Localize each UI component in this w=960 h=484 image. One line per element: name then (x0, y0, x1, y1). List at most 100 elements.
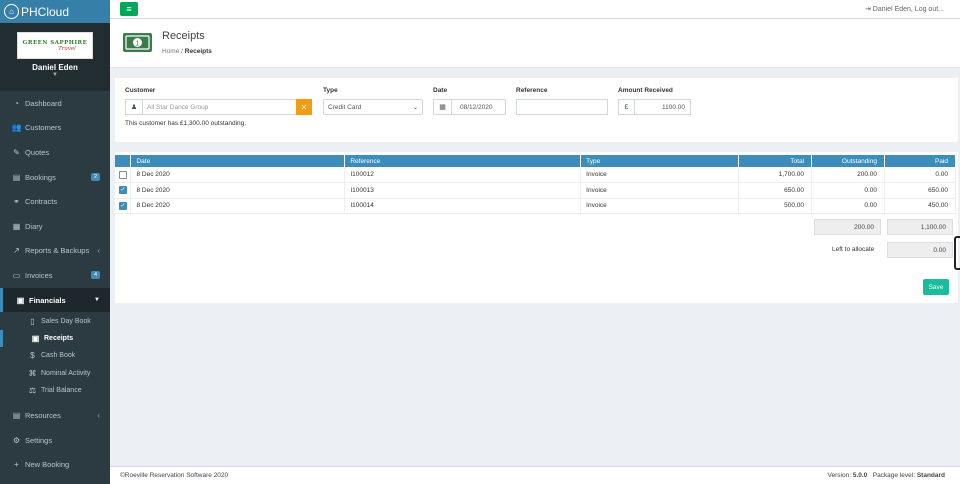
cell-reference: I100013 (344, 182, 582, 199)
user-menu-label: Daniel Eden, Log out... (872, 6, 944, 13)
sidebar-item-reports[interactable]: ↗ Reports & Backups ‹ (0, 239, 110, 264)
dashboard-icon: ◔ (14, 98, 19, 108)
caret-down-icon[interactable]: ▼ (0, 72, 110, 78)
column-header-outstanding[interactable]: Outstanding (811, 155, 885, 167)
calendar-icon[interactable]: ▦ (433, 99, 452, 115)
date-input[interactable]: 08/12/2020 (451, 99, 506, 115)
sidebar-item-bookings[interactable]: ▤ Bookings 2 (0, 165, 110, 190)
sidebar-item-financials[interactable]: ▣ Financials ▼ (0, 287, 110, 313)
money-bill-icon: 1 (123, 33, 152, 52)
submenu-item-nominal-activity[interactable]: ⌘ Nominal Activity (0, 365, 110, 382)
version-label: Version: (827, 472, 852, 479)
cell-type: Invoice (580, 182, 740, 199)
outstanding-message: This customer has £1,300.00 outstanding. (125, 120, 247, 127)
customer-field[interactable]: All Star Dance Group (142, 99, 297, 115)
mouse-cursor-icon (954, 236, 960, 270)
sidebar: ⌂ PHCloud GREEN SAPPHIRE Travel Daniel E… (0, 0, 110, 484)
type-select-value: Credit Card (328, 103, 362, 111)
cell-reference: I100012 (344, 167, 582, 183)
sidebar-item-label: Diary (25, 221, 43, 231)
cell-paid[interactable]: 650.00 (884, 182, 957, 199)
cell-total: 650.00 (738, 182, 813, 199)
sidebar-item-quotes[interactable]: ✎ Quotes (0, 140, 110, 165)
currency-addon: £ (618, 99, 635, 115)
resources-icon: ▤ (12, 411, 21, 421)
sidebar-item-dashboard[interactable]: ◔ Dashboard (0, 91, 110, 116)
sidebar-toggle-button[interactable]: ≡ (120, 2, 138, 16)
paid-total: 1,100.00 (887, 219, 953, 235)
user-name[interactable]: Daniel Eden (0, 63, 110, 72)
user-menu[interactable]: ⇥ Daniel Eden, Log out... (865, 5, 944, 13)
chevron-left-icon: ‹ (97, 411, 100, 421)
submenu-item-label: Receipts (44, 334, 74, 342)
sidebar-item-diary[interactable]: ▦ Diary (0, 214, 110, 239)
save-button[interactable]: Save (923, 279, 949, 295)
column-header-paid[interactable]: Paid (884, 155, 957, 167)
select-column-header (115, 155, 132, 167)
cell-paid[interactable]: 0.00 (884, 167, 957, 183)
type-select[interactable]: Credit Card ⌄ (323, 99, 423, 115)
reference-input[interactable] (516, 99, 608, 115)
submenu-item-label: Cash Book (41, 352, 76, 360)
submenu-item-cash-book[interactable]: $ Cash Book (0, 347, 110, 364)
sidebar-item-new-booking[interactable]: + New Booking (0, 452, 110, 477)
left-to-allocate-label: Left to allocate (832, 246, 875, 253)
sidebar-item-contracts[interactable]: ⚭ Contracts (0, 189, 110, 214)
amount-input[interactable]: 1100.00 (634, 99, 691, 115)
column-header-total[interactable]: Total (738, 155, 813, 167)
page-title: Receipts (162, 30, 205, 42)
footer-copyright: ©Roeville Reservation Software 2020 (120, 472, 229, 479)
row-checkbox[interactable]: ✓ (119, 201, 127, 210)
users-icon: 👥 (11, 123, 22, 133)
money-icon: ▣ (31, 333, 40, 343)
outstanding-total: 200.00 (814, 219, 881, 235)
sitemap-icon: ⌘ (28, 368, 37, 378)
hamburger-icon: ≡ (126, 4, 132, 14)
footer: ©Roeville Reservation Software 2020 Vers… (110, 466, 960, 484)
clear-customer-button[interactable]: ✕ (296, 99, 312, 115)
invoice-icon: ▭ (12, 270, 21, 280)
book-icon: ▤ (12, 172, 21, 182)
svg-text:1: 1 (136, 40, 140, 47)
customer-label: Customer (125, 87, 156, 94)
reference-label: Reference (516, 87, 548, 94)
financials-submenu: ▯ Sales Day Book ▣ Receipts $ Cash Book ⌘ No… (0, 312, 110, 400)
breadcrumb-home[interactable]: Home (162, 48, 179, 55)
sidebar-item-customers[interactable]: 👥 Customers (0, 116, 110, 141)
chevron-down-icon: ⌄ (412, 104, 418, 111)
close-icon: ✕ (300, 102, 308, 112)
table-row: 8 Dec 2020 I100012 Invoice 1,700.00 200.… (115, 167, 957, 183)
dollar-icon: $ (30, 351, 35, 361)
row-checkbox[interactable]: ✓ (119, 186, 127, 195)
column-header-date[interactable]: Date (130, 155, 346, 167)
row-checkbox[interactable] (119, 170, 127, 179)
chevron-left-icon: ‹ (97, 246, 100, 256)
column-header-type[interactable]: Type (580, 155, 740, 167)
page-header: 1 Receipts Home / Receipts (110, 19, 960, 68)
submenu-item-label: Sales Day Book (41, 317, 91, 325)
submenu-item-label: Trial Balance (41, 387, 82, 395)
invoices-table: Date Reference Type Total Outstanding Pa… (115, 155, 957, 214)
cell-paid[interactable]: 450.00 (884, 198, 957, 214)
cell-date: 8 Dec 2020 (130, 167, 346, 183)
logo-icon: ⌂ (4, 4, 19, 19)
submenu-item-sales-day-book[interactable]: ▯ Sales Day Book (0, 312, 110, 329)
submenu-item-receipts[interactable]: ▣ Receipts (0, 329, 110, 348)
submenu-item-label: Nominal Activity (41, 369, 91, 377)
version-value: 5.0.0 (852, 472, 868, 479)
column-header-reference[interactable]: Reference (344, 155, 582, 167)
sidebar-item-resources[interactable]: ▤ Resources ‹ (0, 403, 110, 428)
handshake-icon: ⚭ (13, 197, 20, 207)
sidebar-item-label: New Booking (25, 460, 70, 470)
balance-scale-icon: ⚖ (28, 386, 37, 396)
cell-type: Invoice (580, 198, 740, 214)
sidebar-item-invoices[interactable]: ▭ Invoices 4 (0, 263, 110, 288)
submenu-item-trial-balance[interactable]: ⚖ Trial Balance (0, 382, 110, 399)
cogs-icon: ⚙ (12, 435, 21, 445)
sidebar-item-label: Contracts (25, 197, 58, 207)
table-row: ✓ 8 Dec 2020 I100014 Invoice 500.00 0.00… (115, 198, 957, 214)
cell-outstanding: 0.00 (811, 198, 885, 214)
sidebar-item-settings[interactable]: ⚙ Settings (0, 428, 110, 453)
app-logo[interactable]: ⌂ PHCloud (0, 0, 110, 23)
table-header-row: Date Reference Type Total Outstanding Pa… (115, 155, 957, 167)
